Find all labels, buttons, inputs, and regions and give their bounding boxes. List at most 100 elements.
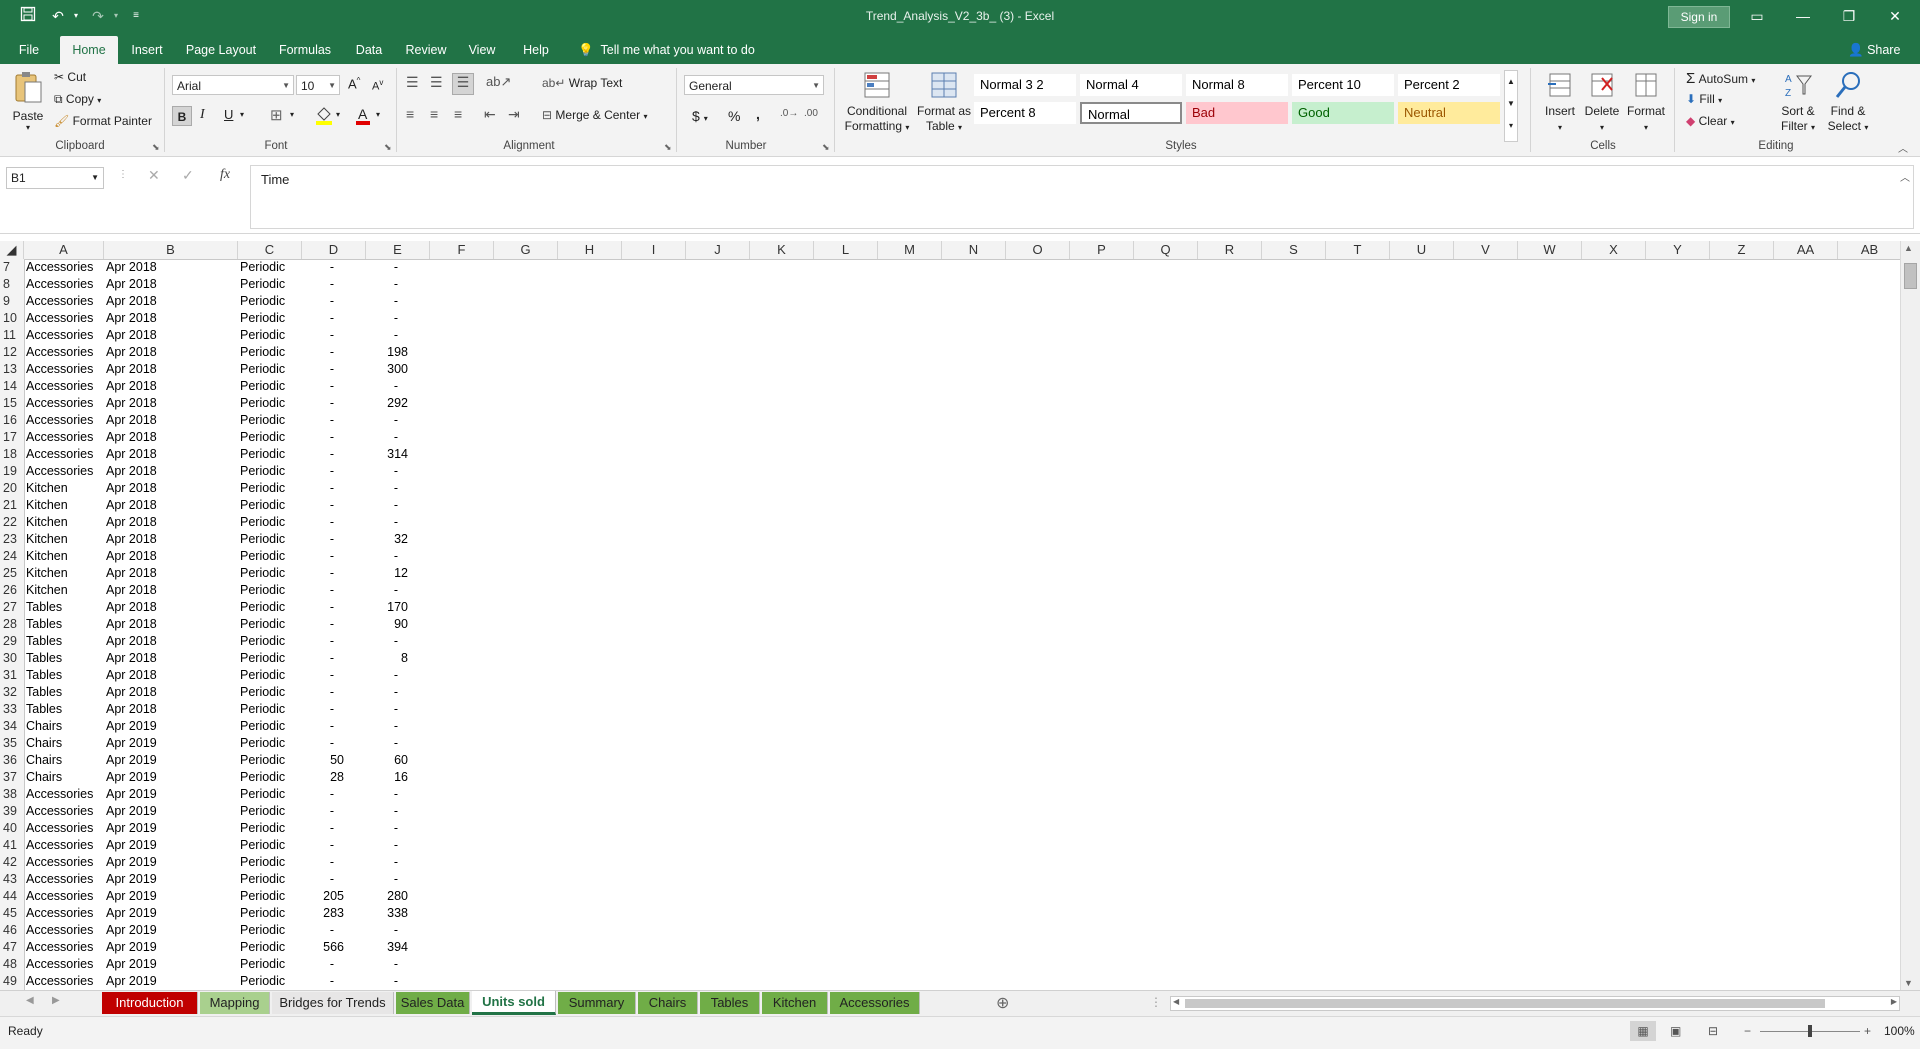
cell-d[interactable]: -	[302, 276, 344, 293]
cell-d[interactable]: 28	[302, 769, 344, 786]
cell-d[interactable]: -	[302, 599, 344, 616]
cell-a[interactable]: Kitchen	[26, 497, 104, 514]
cell-e[interactable]: -	[366, 378, 408, 395]
scroll-up-icon[interactable]: ▲	[1904, 243, 1913, 253]
sheet-tab-chairs[interactable]: Chairs	[638, 992, 698, 1014]
cell-a[interactable]: Tables	[26, 650, 104, 667]
column-header-b[interactable]: B	[104, 241, 238, 259]
row-header[interactable]: 8	[0, 276, 24, 293]
autosum-button[interactable]: Σ AutoSum ▾	[1686, 70, 1755, 87]
cell-e[interactable]: -	[366, 786, 408, 803]
sign-in-button[interactable]: Sign in	[1668, 6, 1730, 28]
row-header[interactable]: 40	[0, 820, 24, 837]
cell-e[interactable]: -	[366, 548, 408, 565]
column-header-h[interactable]: H	[558, 241, 622, 259]
row-header[interactable]: 24	[0, 548, 24, 565]
cell-a[interactable]: Kitchen	[26, 480, 104, 497]
cell-d[interactable]: -	[302, 786, 344, 803]
cell-b[interactable]: Apr 2019	[106, 905, 236, 922]
cell-e[interactable]: -	[366, 735, 408, 752]
cell-e[interactable]: -	[366, 701, 408, 718]
decrease-font-size-button[interactable]: Av	[372, 78, 383, 93]
cell-b[interactable]: Apr 2018	[106, 276, 236, 293]
row-header[interactable]: 15	[0, 395, 24, 412]
cell-b[interactable]: Apr 2019	[106, 888, 236, 905]
sheet-tab-units-sold[interactable]: Units sold	[472, 991, 556, 1015]
cell-e[interactable]: 12	[366, 565, 408, 582]
prev-sheet-icon[interactable]: ◀	[26, 995, 34, 1006]
cell-a[interactable]: Accessories	[26, 973, 104, 990]
column-header-j[interactable]: J	[686, 241, 750, 259]
column-header-c[interactable]: C	[238, 241, 302, 259]
cell-c[interactable]: Periodic	[240, 599, 300, 616]
cell-a[interactable]: Kitchen	[26, 514, 104, 531]
cell-c[interactable]: Periodic	[240, 446, 300, 463]
cell-a[interactable]: Accessories	[26, 939, 104, 956]
cell-e[interactable]: 300	[366, 361, 408, 378]
cell-d[interactable]: 283	[302, 905, 344, 922]
cell-b[interactable]: Apr 2018	[106, 412, 236, 429]
zoom-out-icon[interactable]: −	[1744, 1021, 1751, 1041]
cell-c[interactable]: Periodic	[240, 905, 300, 922]
column-header-o[interactable]: O	[1006, 241, 1070, 259]
column-header-v[interactable]: V	[1454, 241, 1518, 259]
splitter-icon[interactable]: ⋮	[1150, 995, 1162, 1009]
cell-a[interactable]: Accessories	[26, 786, 104, 803]
cell-style-neutral[interactable]: Neutral	[1398, 102, 1500, 124]
confirm-entry-icon[interactable]: ✓	[182, 167, 194, 184]
cell-a[interactable]: Accessories	[26, 956, 104, 973]
bold-button[interactable]: B	[172, 106, 192, 126]
row-header[interactable]: 12	[0, 344, 24, 361]
cell-d[interactable]: -	[302, 701, 344, 718]
cell-b[interactable]: Apr 2018	[106, 395, 236, 412]
cell-b[interactable]: Apr 2018	[106, 480, 236, 497]
align-right-icon[interactable]: ≡	[454, 106, 462, 122]
row-header[interactable]: 45	[0, 905, 24, 922]
row-header[interactable]: 46	[0, 922, 24, 939]
cell-d[interactable]: -	[302, 293, 344, 310]
cell-b[interactable]: Apr 2019	[106, 820, 236, 837]
paste-button[interactable]: Paste ▾	[10, 70, 46, 132]
cell-a[interactable]: Accessories	[26, 803, 104, 820]
cell-b[interactable]: Apr 2019	[106, 735, 236, 752]
cell-a[interactable]: Accessories	[26, 361, 104, 378]
cell-a[interactable]: Accessories	[26, 463, 104, 480]
cell-b[interactable]: Apr 2018	[106, 599, 236, 616]
cell-e[interactable]: -	[366, 429, 408, 446]
insert-cells-button[interactable]: Insert ▾	[1540, 70, 1580, 135]
cell-b[interactable]: Apr 2018	[106, 684, 236, 701]
increase-decimal-icon[interactable]: .0→	[780, 108, 798, 119]
column-header-e[interactable]: E	[366, 241, 430, 259]
cell-a[interactable]: Tables	[26, 667, 104, 684]
tab-formulas[interactable]: Formulas	[272, 36, 338, 64]
row-header[interactable]: 27	[0, 599, 24, 616]
percent-button[interactable]: %	[728, 108, 740, 124]
cell-e[interactable]: 170	[366, 599, 408, 616]
cell-e[interactable]: -	[366, 412, 408, 429]
cell-c[interactable]: Periodic	[240, 293, 300, 310]
cell-e[interactable]: 8	[366, 650, 408, 667]
tab-view[interactable]: View	[460, 36, 504, 64]
cell-b[interactable]: Apr 2018	[106, 616, 236, 633]
cell-c[interactable]: Periodic	[240, 973, 300, 990]
cell-e[interactable]: 314	[366, 446, 408, 463]
cell-d[interactable]: -	[302, 820, 344, 837]
cell-c[interactable]: Periodic	[240, 429, 300, 446]
increase-indent-icon[interactable]: ⇥	[508, 106, 520, 123]
cell-c[interactable]: Periodic	[240, 820, 300, 837]
cell-c[interactable]: Periodic	[240, 480, 300, 497]
vertical-scrollbar[interactable]: ▲ ▼	[1900, 241, 1920, 990]
styles-gallery-scroll[interactable]: ▲ ▼ ▾	[1504, 70, 1518, 142]
cell-d[interactable]: -	[302, 922, 344, 939]
column-header-m[interactable]: M	[878, 241, 942, 259]
middle-align-icon[interactable]: ☰	[430, 74, 443, 91]
row-header[interactable]: 26	[0, 582, 24, 599]
row-header[interactable]: 29	[0, 633, 24, 650]
redo-icon[interactable]: ↷	[88, 6, 108, 26]
cell-a[interactable]: Accessories	[26, 395, 104, 412]
cell-c[interactable]: Periodic	[240, 837, 300, 854]
page-break-view-icon[interactable]: ⊟	[1708, 1021, 1718, 1041]
cell-e[interactable]: -	[366, 582, 408, 599]
row-header[interactable]: 21	[0, 497, 24, 514]
cell-c[interactable]: Periodic	[240, 412, 300, 429]
